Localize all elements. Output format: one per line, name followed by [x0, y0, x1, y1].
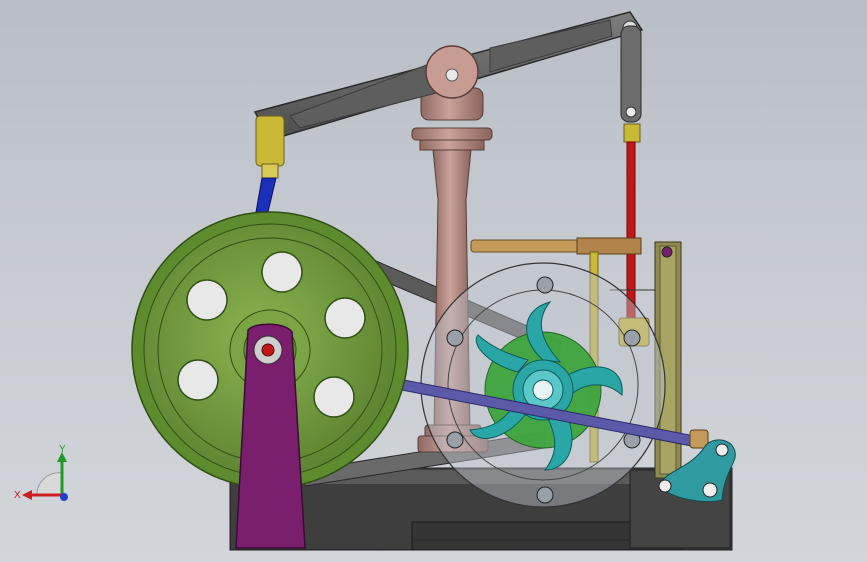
right-link[interactable]: [620, 25, 642, 143]
walking-beam[interactable]: [253, 11, 644, 141]
x-axis-label: X: [14, 490, 21, 501]
z-axis-dot: [60, 493, 68, 501]
push-rod[interactable]: [626, 141, 636, 323]
cad-viewport[interactable]: Y X: [0, 0, 867, 562]
y-axis-label: Y: [59, 444, 66, 455]
steam-engine-model[interactable]: [0, 0, 867, 562]
coordinate-triad: Y X: [14, 444, 68, 501]
